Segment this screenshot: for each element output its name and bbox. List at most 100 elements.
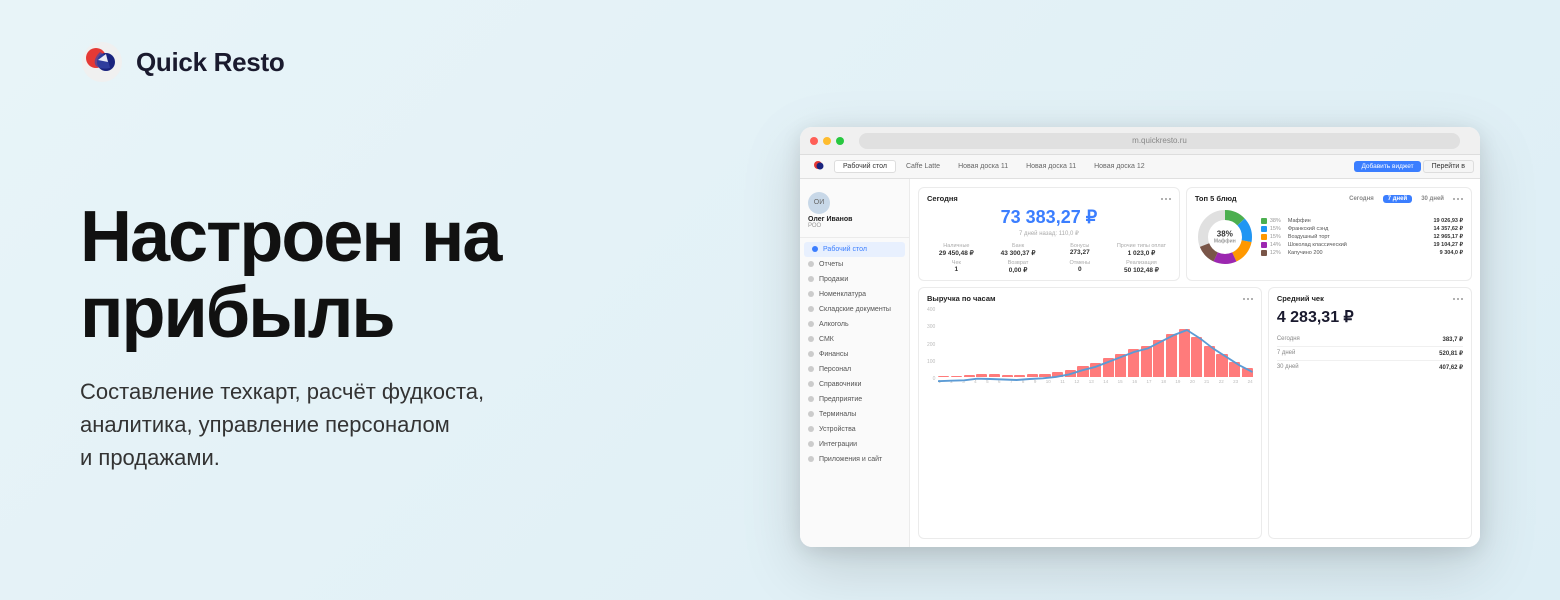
sidebar-dot — [808, 306, 814, 312]
sidebar-item-reports[interactable]: Отчеты — [800, 257, 909, 272]
sidebar-item-terminals[interactable]: Терминалы — [800, 407, 909, 422]
chart-bar — [1179, 329, 1190, 377]
chart-bar — [1027, 374, 1038, 377]
sidebar-dot — [808, 426, 814, 432]
today-amount: 73 383,27 ₽ — [927, 207, 1171, 228]
widget-menu-dots[interactable] — [1161, 198, 1171, 200]
top5-menu-dots[interactable] — [1453, 198, 1463, 200]
sidebar-dot — [808, 321, 814, 327]
dash-body: ОИ Олег Иванов РОО Рабочий стол Отчеты — [800, 179, 1480, 547]
brand-tab — [806, 159, 832, 175]
chart-bar — [1128, 349, 1139, 377]
legend-item-0: 38% Маффин 19 026,93 ₽ — [1261, 218, 1463, 224]
chart-bar — [1065, 370, 1076, 377]
today-widget-title: Сегодня — [927, 194, 1171, 203]
chart-bar — [1115, 354, 1126, 377]
avg-menu-dots[interactable] — [1453, 298, 1463, 300]
logo-text: Quick Resto — [136, 47, 284, 78]
avg-stat-today: Сегодня 383,7 ₽ — [1277, 333, 1463, 347]
sidebar-item-finance[interactable]: Финансы — [800, 347, 909, 362]
legend-color-3 — [1261, 242, 1267, 248]
tab-board3[interactable]: Новая доска 12 — [1086, 161, 1153, 172]
today-stats-row1: Наличные 29 450,48 ₽ Банк 43 300,37 ₽ Бо… — [927, 243, 1171, 257]
sidebar-item-reference[interactable]: Справочники — [800, 377, 909, 392]
stat-check: Чек 1 — [927, 260, 986, 274]
dash-tabs: Рабочий стол Caffe Latte Новая доска 11 … — [800, 155, 1480, 179]
legend-item-4: 12% Капучино 200 9 304,0 ₽ — [1261, 250, 1463, 256]
landing-page: Quick Resto Настроен на прибыль Составле… — [0, 0, 1560, 600]
stat-bank: Банк 43 300,37 ₽ — [989, 243, 1048, 257]
main-content: Настроен на прибыль Составление техкарт,… — [0, 84, 1560, 600]
revenue-chart: 400 300 200 100 0 — [927, 307, 1253, 382]
chart-bar — [1141, 346, 1152, 377]
chart-bar — [938, 376, 949, 377]
top5-tab-area: Сегодня 7 дней 30 дней — [1344, 195, 1463, 203]
chart-bar — [1153, 340, 1164, 377]
tab-board1[interactable]: Новая доска 11 — [950, 161, 1016, 172]
sidebar-item-apps[interactable]: Приложения и сайт — [800, 452, 909, 467]
today-stats-row2: Чек 1 Возврат 0,00 ₽ Отмены — [927, 260, 1171, 274]
chart-bars-container: 123456789101112131415161718192021222324 — [938, 307, 1252, 382]
sidebar-dot — [812, 246, 818, 252]
avg-stat-7days: 7 дней 520,81 ₽ — [1277, 347, 1463, 361]
chart-bar — [1039, 374, 1050, 377]
top5-tab-30days[interactable]: 30 дней — [1416, 195, 1449, 203]
revenue-menu-dots[interactable] — [1243, 298, 1253, 300]
left-section: Настроен на прибыль Составление техкарт,… — [80, 200, 640, 474]
top5-tab-7days[interactable]: 7 дней — [1383, 195, 1412, 203]
stat-return: Возврат 0,00 ₽ — [989, 260, 1048, 274]
subtext: Составление техкарт, расчёт фудкоста,ана… — [80, 375, 640, 474]
legend-item-3: 14% Шоколад классический 19 104,27 ₽ — [1261, 242, 1463, 248]
stat-other: Прочие типы оплат 1 023,0 ₽ — [1112, 243, 1171, 257]
sidebar-username: Олег Иванов — [808, 216, 901, 223]
avg-check-widget: Средний чек 4 283,31 ₽ Сегодня — [1268, 287, 1472, 539]
chart-bar — [1166, 334, 1177, 377]
sidebar-item-staff[interactable]: Персонал — [800, 362, 909, 377]
sidebar-item-enterprise[interactable]: Предприятие — [800, 392, 909, 407]
avg-stat-30days: 30 дней 407,62 ₽ — [1277, 361, 1463, 374]
right-section: m.quickresto.ru Рабочий стол Caffe Latte… — [640, 127, 1480, 547]
chart-bars — [938, 307, 1252, 377]
sidebar-item-workspace[interactable]: Рабочий стол — [804, 242, 905, 257]
chart-bar — [1216, 354, 1227, 377]
avg-widget-title: Средний чек — [1277, 294, 1463, 303]
logo-area: Quick Resto — [0, 0, 1560, 84]
tab-board2[interactable]: Новая доска 11 — [1018, 161, 1084, 172]
sidebar-item-devices[interactable]: Устройства — [800, 422, 909, 437]
sidebar-dot — [808, 441, 814, 447]
sidebar-item-alcohol[interactable]: Алкоголь — [800, 317, 909, 332]
sidebar-item-storage[interactable]: Складские документы — [800, 302, 909, 317]
stat-cancels: Отмены 0 — [1050, 260, 1109, 274]
sidebar-dot — [808, 396, 814, 402]
sidebar-item-crm[interactable]: СМК — [800, 332, 909, 347]
sidebar-dot — [808, 261, 814, 267]
sidebar-item-sales[interactable]: Продажи — [800, 272, 909, 287]
chart-bar — [989, 374, 1000, 377]
legend-color-1 — [1261, 226, 1267, 232]
chart-bar — [1002, 375, 1013, 377]
top5-tab-today[interactable]: Сегодня — [1344, 195, 1379, 203]
sidebar-user: ОИ Олег Иванов РОО — [800, 187, 909, 238]
legend-color-4 — [1261, 250, 1267, 256]
sidebar-dot — [808, 456, 814, 462]
add-board-button[interactable]: Добавить виджет — [1354, 161, 1420, 172]
sidebar-item-nomenclature[interactable]: Номенклатура — [800, 287, 909, 302]
sidebar-item-integrations[interactable]: Интеграции — [800, 437, 909, 452]
tab-caffe[interactable]: Caffe Latte — [898, 161, 948, 172]
today-widget: Сегодня 73 383,27 ₽ 7 дней назад: 110,0 … — [918, 187, 1180, 281]
headline: Настроен на прибыль — [80, 200, 640, 351]
sidebar-dot — [808, 366, 814, 372]
stat-realization: Реализация 50 102,48 ₽ — [1112, 260, 1171, 274]
legend-item-1: 15% Франкский сэнд 14 357,62 ₽ — [1261, 226, 1463, 232]
tab-workspace[interactable]: Рабочий стол — [834, 160, 896, 173]
revenue-widget: Выручка по часам — [918, 287, 1262, 539]
goto-button[interactable]: Перейти в — [1423, 160, 1474, 173]
top5-legend: 38% Маффин 19 026,93 ₽ — [1261, 218, 1463, 256]
sidebar-dot — [808, 351, 814, 357]
chart-bar — [1052, 372, 1063, 377]
chart-bar — [964, 375, 975, 377]
browser-bar: m.quickresto.ru — [800, 127, 1480, 155]
sidebar-role: РОО — [808, 223, 901, 229]
legend-color-2 — [1261, 234, 1267, 240]
sidebar-avatar: ОИ — [808, 192, 830, 214]
